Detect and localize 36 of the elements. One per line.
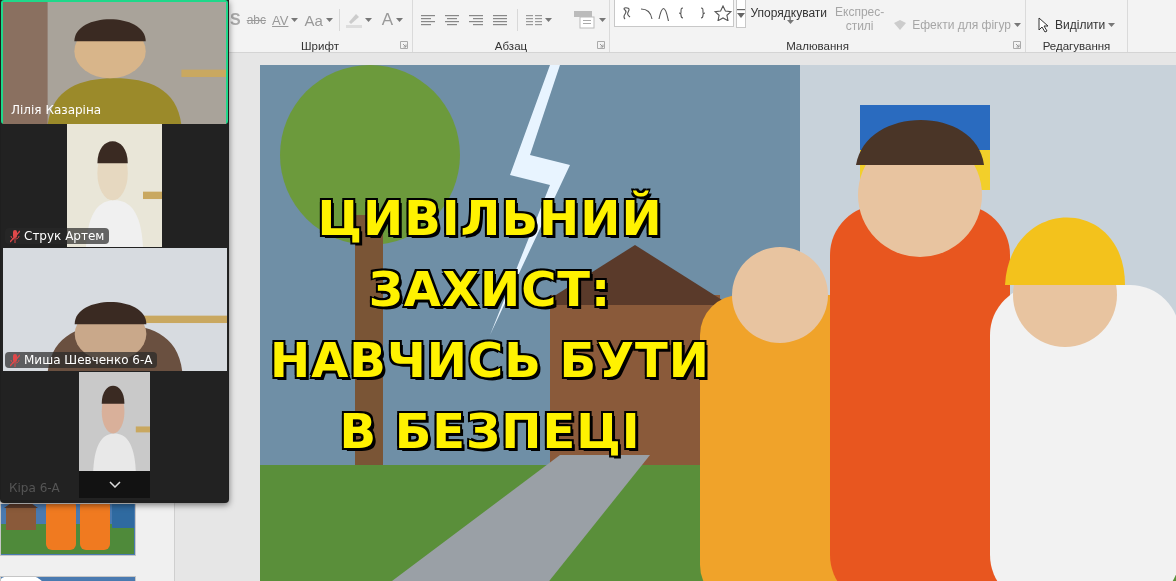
chevron-down-icon — [108, 481, 121, 488]
dialog-launcher-icon[interactable] — [400, 41, 408, 49]
text-direction-icon[interactable] — [574, 11, 596, 29]
dialog-launcher-icon[interactable] — [1013, 41, 1021, 49]
character-spacing-button[interactable]: AV — [272, 12, 299, 28]
align-left-icon[interactable] — [421, 14, 435, 26]
more-shapes-icon[interactable] — [737, 9, 746, 19]
group-label: Шрифт — [301, 40, 339, 52]
caret-icon — [599, 18, 606, 22]
align-right-icon[interactable] — [469, 14, 483, 26]
group-label: Малювання — [786, 40, 849, 52]
strikethrough-button[interactable]: abc — [246, 13, 267, 27]
caret-icon — [364, 18, 372, 22]
effects-icon — [892, 19, 909, 31]
caret-icon — [786, 20, 794, 24]
caret-icon — [291, 18, 299, 22]
caret-icon — [325, 18, 333, 22]
highlight-button[interactable] — [345, 12, 372, 28]
arrange-button[interactable]: Упорядкувати — [750, 6, 827, 24]
columns-icon[interactable] — [526, 14, 542, 26]
group-label: Абзац — [494, 40, 528, 52]
group-label: Редагування — [1042, 40, 1111, 52]
shape-gallery-drawing[interactable] — [621, 5, 733, 21]
dialog-launcher-icon[interactable] — [597, 41, 605, 49]
font-color-button[interactable]: A — [377, 10, 404, 30]
align-center-icon[interactable] — [445, 14, 459, 26]
select-button[interactable]: Виділити — [1038, 17, 1116, 33]
caret-icon — [1108, 23, 1116, 27]
highlighter-icon — [345, 12, 362, 28]
caret-icon — [545, 18, 552, 22]
caret-icon — [396, 18, 404, 22]
align-justify-icon[interactable] — [493, 14, 507, 26]
caret-icon — [1014, 23, 1021, 27]
cursor-icon — [1038, 17, 1050, 33]
change-case-button[interactable]: Aa — [304, 11, 333, 29]
text-shadow-button[interactable]: S — [228, 11, 241, 29]
